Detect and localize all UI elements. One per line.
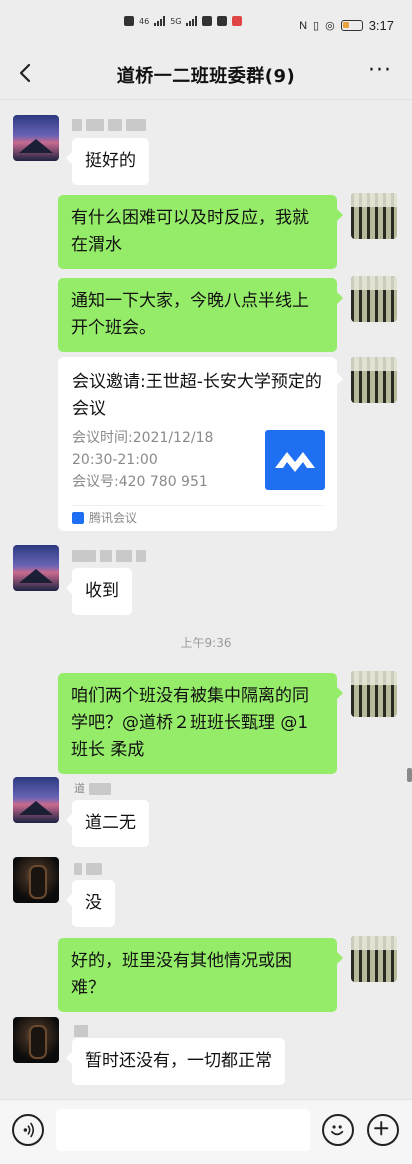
vibrate-icon: ▯ [313,20,320,32]
network-label: 46 [139,16,150,26]
more-dots-icon[interactable]: ··· [368,58,392,83]
avatar[interactable] [351,671,397,717]
card-meta: 会议时间:2021/12/18 20:30-21:00 会议号:420 780 … [72,427,213,493]
card-source-label: 腾讯会议 [89,511,138,525]
card-title: 会议邀请:王世超-长安大学预定的会议 [72,372,322,419]
avatar[interactable] [351,936,397,982]
sim-icon [202,16,213,26]
voice-icon[interactable] [12,1114,44,1146]
message-bubble[interactable]: 通知一下大家，今晚八点半线上开个班会。 [58,278,343,352]
avatar[interactable] [351,357,397,403]
message-bubble[interactable]: 有什么困难可以及时反应，我就在渭水 [58,195,343,269]
hd-icon [124,16,134,26]
message-bubble[interactable]: 道二无 [66,800,149,847]
card-time: 会议时间:2021/12/18 [72,430,214,446]
avatar[interactable] [13,545,59,591]
sender-name [72,549,150,562]
status-time: 3:17 [368,18,394,33]
message-bubble[interactable]: 挺好的 [66,138,149,185]
signal2-icon [186,16,198,26]
notification-icon [232,16,243,26]
hd-call-icon: ◎ [325,20,335,32]
status-right-icons: N ▯ ◎ 3:17 [299,18,394,33]
tencent-meeting-logo-icon [265,430,325,490]
avatar[interactable] [13,857,59,903]
plus-icon[interactable] [367,1114,399,1146]
message-bubble[interactable]: 没 [66,880,115,927]
shield-icon [217,16,228,26]
chat-timestamp: 上午9:36 [180,636,232,650]
card-source: 腾讯会议 [72,509,137,526]
avatar[interactable] [13,777,59,823]
nfc-icon: N [299,19,308,32]
message-bubble[interactable]: 好的，班里没有其他情况或困难？ [58,938,343,1012]
meeting-invite-card[interactable]: 会议邀请:王世超-长安大学预定的会议 会议时间:2021/12/18 20:30… [58,357,343,531]
scroll-indicator[interactable] [407,768,412,782]
chat-header: 道桥一二班班委群(9) ··· [0,48,412,100]
avatar[interactable] [351,276,397,322]
card-time-range: 20:30-21:00 [72,452,158,468]
sender-name-text: 道 [74,782,85,795]
status-bar: 46 5G N ▯ ◎ 3:17 [0,0,412,48]
network2-label: 5G [170,16,182,26]
message-input[interactable] [56,1109,310,1151]
emoji-icon[interactable] [322,1114,354,1146]
sender-name [72,118,150,131]
card-divider [72,505,323,506]
message-bubble[interactable]: 收到 [66,568,132,615]
chevron-left-icon[interactable] [12,58,40,88]
avatar[interactable] [13,1017,59,1063]
avatar[interactable] [13,115,59,161]
sender-name [74,1024,92,1037]
card-meeting-id: 会议号:420 780 951 [72,474,208,490]
message-bubble[interactable]: 暂时还没有，一切都正常 [66,1038,285,1085]
tencent-meeting-mini-icon [72,511,84,524]
status-left-icons: 46 5G [124,16,243,26]
signal-icon [154,16,166,26]
message-bubble[interactable]: 咱们两个班没有被集中隔离的同学吧？@道桥２班班长甄理 @1 班长 柔成 [58,673,343,774]
avatar[interactable] [351,193,397,239]
chat-title: 道桥一二班班委群(9) [116,66,296,87]
sender-name [74,862,106,875]
input-bar [0,1099,412,1164]
battery-icon [340,20,363,31]
sender-name: 道 [74,780,115,796]
